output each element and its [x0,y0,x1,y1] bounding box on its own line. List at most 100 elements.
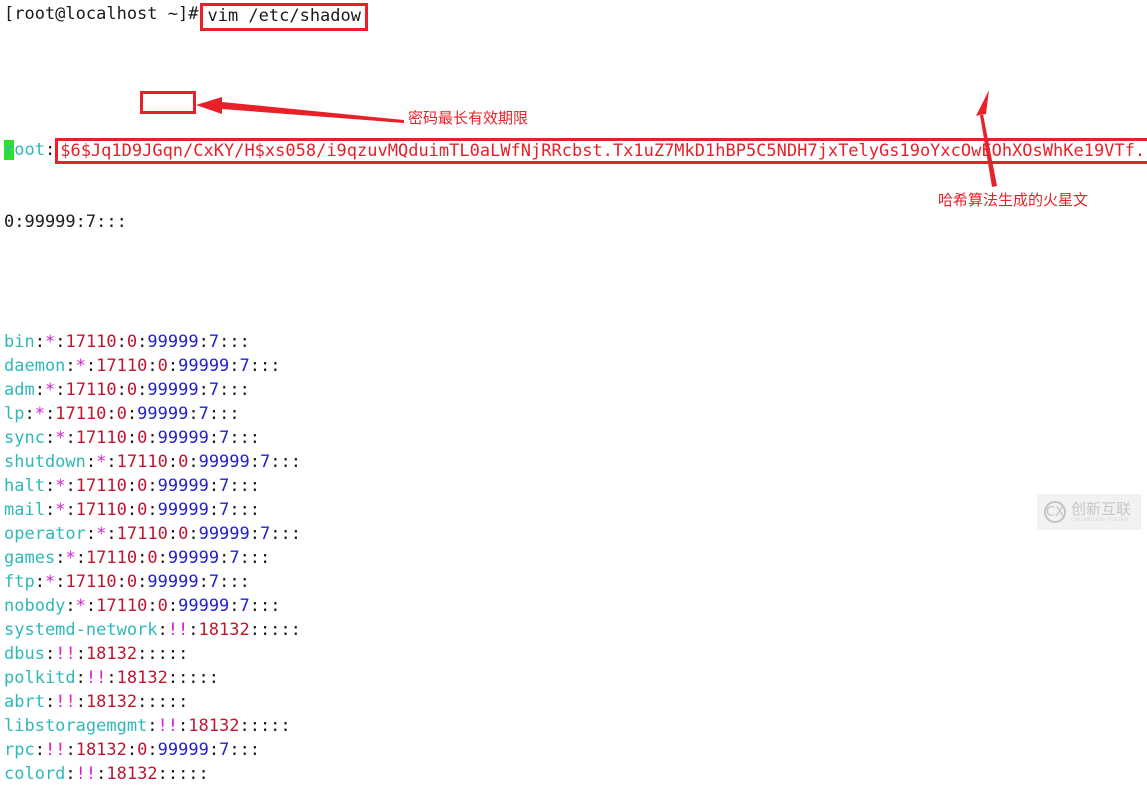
field-separator: : [188,524,199,544]
field-separator: : [85,596,97,616]
shadow-entry-tail: ::: [229,476,261,496]
field-separator: : [208,428,220,448]
shadow-entry-warn: 7 [219,500,230,520]
shadow-entry-tail: ::: [249,356,281,376]
field-separator: : [147,740,158,760]
field-separator: : [65,476,76,496]
shadow-entry-user: halt [4,476,45,496]
shadow-entry-row: shutdown:*:17110:0:99999:7::: [4,450,1147,474]
shadow-entry-date: 17110 [75,428,127,448]
field-separator: : [55,380,66,400]
shadow-entry-row: polkitd:!!:18132::::: [4,666,1147,690]
shadow-entry-warn: 7 [219,428,230,448]
hash-arrow-icon [976,90,997,187]
shadow-entry-pw: * [44,332,56,352]
shadow-entry-date: 17110 [96,356,148,376]
field-separator: : [75,692,86,712]
field-separator: : [85,356,97,376]
shadow-entry-min: 0 [137,740,148,760]
shadow-entry-row: rpc:!!:18132:0:99999:7::: [4,738,1147,762]
vim-command: vim /etc/shadow [200,3,368,31]
shadow-entry-date: 17110 [65,332,117,352]
shadow-entry-date: 18132 [198,620,250,640]
shadow-entry-row: halt:*:17110:0:99999:7::: [4,474,1147,498]
shadow-entry-user: operator [4,524,86,544]
field-separator: : [157,620,168,640]
field-separator: : [219,548,230,568]
shadow-entry-user: ftp [4,572,35,592]
shadow-entry-max: 99999 [147,380,199,400]
shadow-entry-warn: 7 [208,572,220,592]
shadow-entry-date: 17110 [75,476,127,496]
field-separator: : [34,740,45,760]
field-separator: : [229,596,240,616]
shadow-entry-tail: ::::: [249,620,301,640]
shadow-entry-warn: 7 [239,356,250,376]
shadow-entry-warn: 7 [198,404,209,424]
shadow-line-root-wrap: 0:99999:7::: [4,210,1147,234]
shadow-entry-pw: !! [75,764,97,784]
shadow-entry-user: dbus [4,644,45,664]
shadow-entry-tail: ::::: [239,716,291,736]
shadow-entry-warn: 7 [239,596,250,616]
shadow-entry-pw: !! [55,692,76,712]
shadow-entry-max: 99999 [157,428,209,448]
shadow-entry-list: bin:*:17110:0:99999:7::: daemon:*:17110:0… [4,330,1147,786]
vim-cursor: r [4,140,15,160]
shadow-entry-row: operator:*:17110:0:99999:7::: [4,522,1147,546]
shadow-entry-date: 18132 [188,716,240,736]
shadow-entry-tail: ::: [239,548,271,568]
shadow-entry-min: 0 [137,428,148,448]
field-separator: : [65,356,76,376]
shadow-entry-tail: ::: [270,524,301,544]
shadow-entry-user: libstoragemgmt [4,716,148,736]
field-separator: : [116,332,127,352]
field-separator: : [34,572,45,592]
field-separator: : [147,476,158,496]
field-separator: : [157,548,168,568]
watermark: CX 创新互联 CHUANGXIN HULIAN [1037,494,1141,530]
shadow-entry-date: 17110 [116,524,168,544]
field-separator: : [44,692,56,712]
field-separator: : [44,428,56,448]
terminal-prompt-line: [root@localhost ~]# vim /etc/shadow [4,2,368,31]
shadow-entry-tail: ::: [229,500,261,520]
shadow-entry-min: 0 [116,404,127,424]
shadow-entry-pw: * [55,476,66,496]
field-separator: : [137,548,148,568]
field-separator: : [44,500,56,520]
shadow-entry-tail: ::: [229,428,261,448]
field-separator: : [65,764,76,784]
shadow-entry-min: 0 [157,596,168,616]
shadow-entry-pw: * [96,452,107,472]
shadow-entry-tail: ::::: [137,644,189,664]
shadow-entry-row: colord:!!:18132::::: [4,762,1147,786]
field-separator: : [55,572,66,592]
field-separator: : [167,356,179,376]
field-separator: : [137,332,148,352]
shadow-entry-pw: !! [44,740,66,760]
field-separator: : [208,476,220,496]
field-separator: : [137,380,148,400]
shadow-entry-min: 0 [178,452,189,472]
shadow-entry-date: 18132 [106,764,158,784]
shadow-entry-user: adm [4,380,35,400]
shadow-entry-user: rpc [4,740,35,760]
shadow-entry-warn: 7 [208,332,220,352]
shadow-entry-min: 0 [137,476,148,496]
field-separator: : [126,500,138,520]
field-separator: : [106,668,117,688]
field-separator: : [167,524,179,544]
field-separator: : [178,716,189,736]
shadow-entry-date: 17110 [75,500,127,520]
shadow-entry-max: 99999 [157,740,209,760]
field-separator: : [85,452,97,472]
field-separator: : [116,572,127,592]
shadow-entry-pw: * [55,500,66,520]
shadow-entry-row: daemon:*:17110:0:99999:7::: [4,354,1147,378]
field-separator: : [208,740,220,760]
shadow-entry-warn: 7 [260,452,271,472]
shadow-entry-pw: * [65,548,76,568]
field-separator: : [126,428,138,448]
shell-prompt: [root@localhost ~]# [4,4,199,24]
